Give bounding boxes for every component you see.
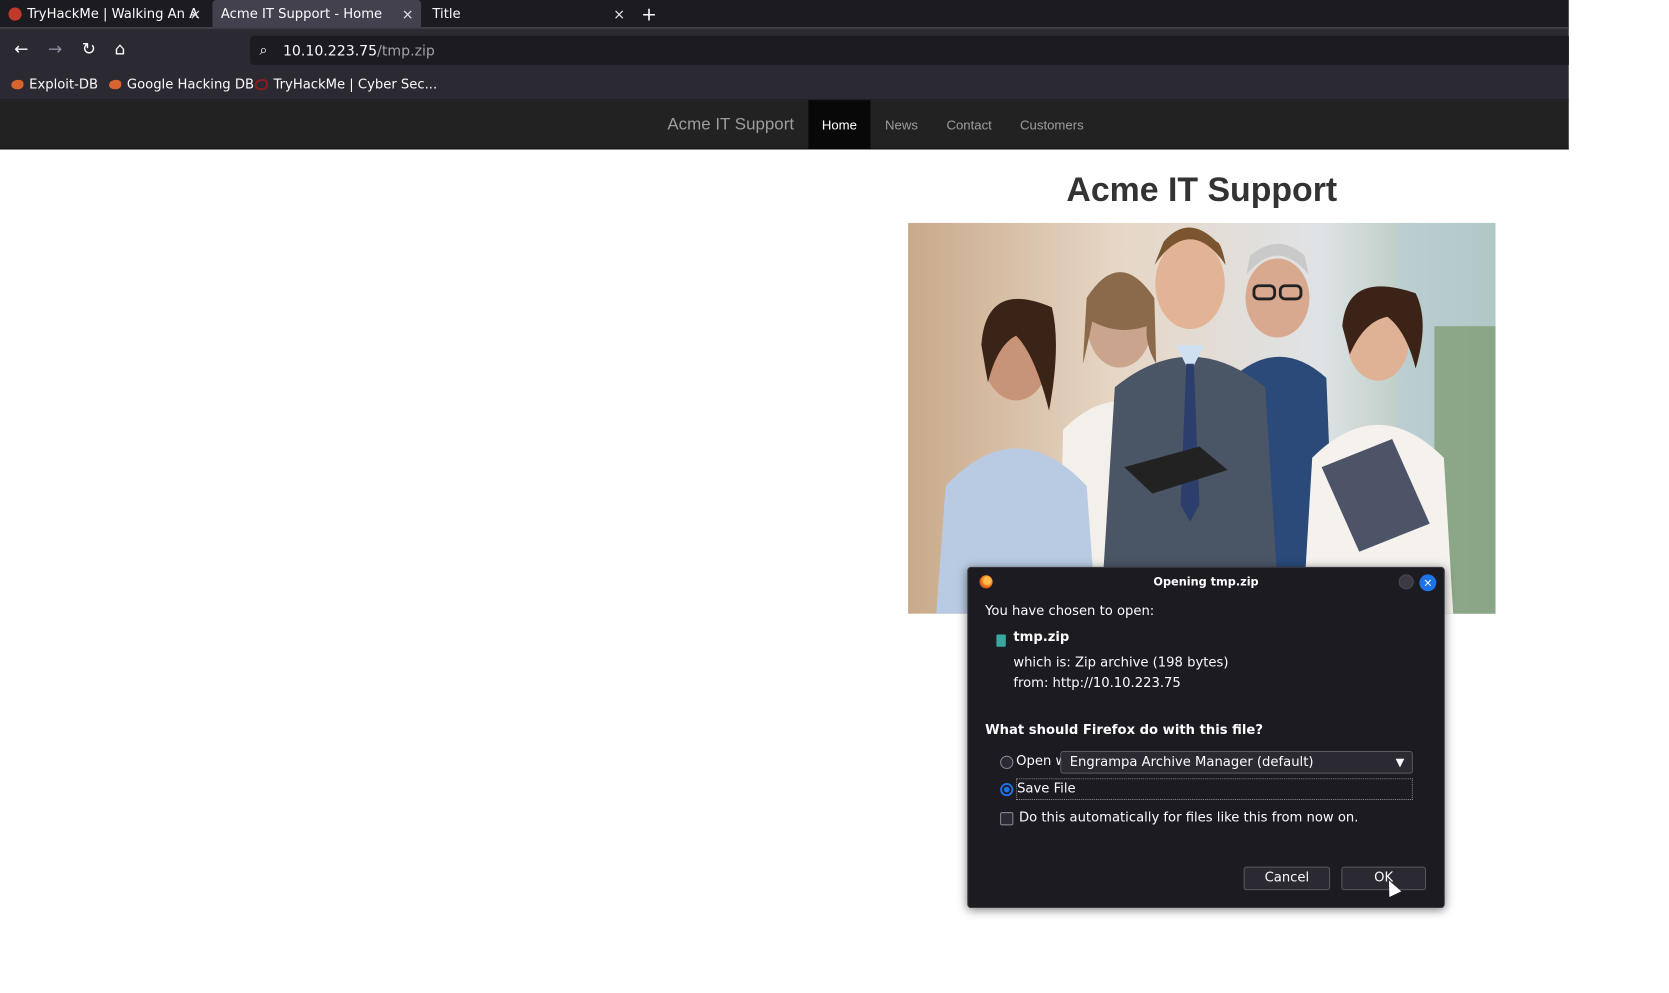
tab-title: Acme IT Support - Home	[220, 6, 383, 22]
new-tab-button[interactable]: +	[641, 3, 657, 26]
bookmark-label: Exploit-DB	[29, 77, 99, 93]
open-with-app: Engrampa Archive Manager (default)	[1069, 754, 1314, 770]
file-name: tmp.zip	[1013, 629, 1070, 645]
cancel-button[interactable]: Cancel	[1243, 866, 1331, 891]
nav-customers[interactable]: Customers	[1006, 101, 1098, 149]
open-with-select[interactable]: Engrampa Archive Manager (default) ▼	[1060, 751, 1413, 774]
navigation-bar: ← → ↻ ⌂ ⌕ 10.10.223.75/tmp.zip	[0, 27, 1569, 71]
auto-label[interactable]: Do this automatically for files like thi…	[1019, 810, 1358, 825]
tab-title-page[interactable]: Title ×	[424, 0, 633, 27]
save-file-radio[interactable]	[1000, 783, 1014, 797]
tryhackme-icon	[254, 78, 268, 91]
bookmark-exploit-db[interactable]: Exploit-DB	[11, 77, 98, 92]
bookmark-label: TryHackMe | Cyber Sec...	[273, 77, 438, 93]
dialog-intro: You have chosen to open:	[985, 603, 1155, 619]
page-title: Acme IT Support	[1066, 170, 1338, 209]
site-brand[interactable]: Acme IT Support	[667, 115, 794, 135]
tab-close-icon[interactable]: ×	[613, 6, 625, 23]
search-icon: ⌕	[259, 41, 268, 59]
url-text[interactable]: 10.10.223.75/tmp.zip	[283, 42, 435, 59]
bookmark-label: Google Hacking DB	[126, 77, 255, 93]
forward-icon[interactable]: →	[48, 41, 62, 58]
bookmark-tryhackme[interactable]: TryHackMe | Cyber Sec...	[254, 77, 438, 93]
url-bar[interactable]: ⌕ 10.10.223.75/tmp.zip	[250, 35, 1569, 65]
nav-home[interactable]: Home	[808, 100, 871, 149]
bookmarks-toolbar: Exploit-DB Google Hacking DB TryHackMe |…	[0, 70, 1569, 101]
open-with-radio[interactable]	[1000, 755, 1014, 769]
file-type: which is: Zip archive (198 bytes)	[1013, 655, 1229, 671]
nav-news[interactable]: News	[870, 101, 932, 149]
close-icon[interactable]: ×	[1419, 574, 1437, 592]
auto-checkbox[interactable]	[1000, 812, 1014, 826]
url-host: 10.10.223.75	[282, 42, 378, 60]
bookmark-google-hacking-db[interactable]: Google Hacking DB	[109, 77, 254, 92]
team-photo	[908, 222, 1496, 614]
nav-contact[interactable]: Contact	[932, 101, 1005, 149]
dialog-question: What should Firefox do with this file?	[985, 722, 1264, 738]
save-file-label[interactable]: Save File	[1017, 781, 1076, 796]
tab-title: TryHackMe | Walking An A	[27, 6, 199, 22]
tab-tryhackme[interactable]: TryHackMe | Walking An A ×	[0, 0, 209, 27]
tab-close-icon[interactable]: ×	[402, 6, 414, 23]
chevron-down-icon: ▼	[1395, 755, 1405, 769]
tab-close-icon[interactable]: ×	[189, 6, 201, 23]
download-dialog: Opening tmp.zip × You have chosen to ope…	[967, 566, 1445, 909]
minimize-icon[interactable]	[1398, 574, 1414, 590]
site-navbar: Acme IT Support Home News Contact Custom…	[0, 100, 1569, 150]
archive-file-icon	[996, 634, 1006, 647]
tryhackme-favicon-icon	[8, 7, 22, 21]
tab-acme-home[interactable]: Acme IT Support - Home ×	[212, 0, 422, 28]
file-source: from: http://10.10.223.75	[1013, 675, 1181, 691]
ghdb-icon	[109, 79, 122, 90]
back-icon[interactable]: ←	[14, 41, 28, 58]
tab-strip: TryHackMe | Walking An A × Acme IT Suppo…	[0, 0, 1569, 28]
url-path: /tmp.zip	[377, 42, 435, 60]
tab-title: Title	[432, 6, 461, 22]
dialog-title: Opening tmp.zip	[1153, 575, 1259, 589]
home-icon[interactable]: ⌂	[115, 41, 126, 58]
save-file-focus-ring	[1016, 778, 1413, 800]
reload-icon[interactable]: ↻	[82, 41, 96, 58]
exploitdb-icon	[11, 79, 24, 90]
